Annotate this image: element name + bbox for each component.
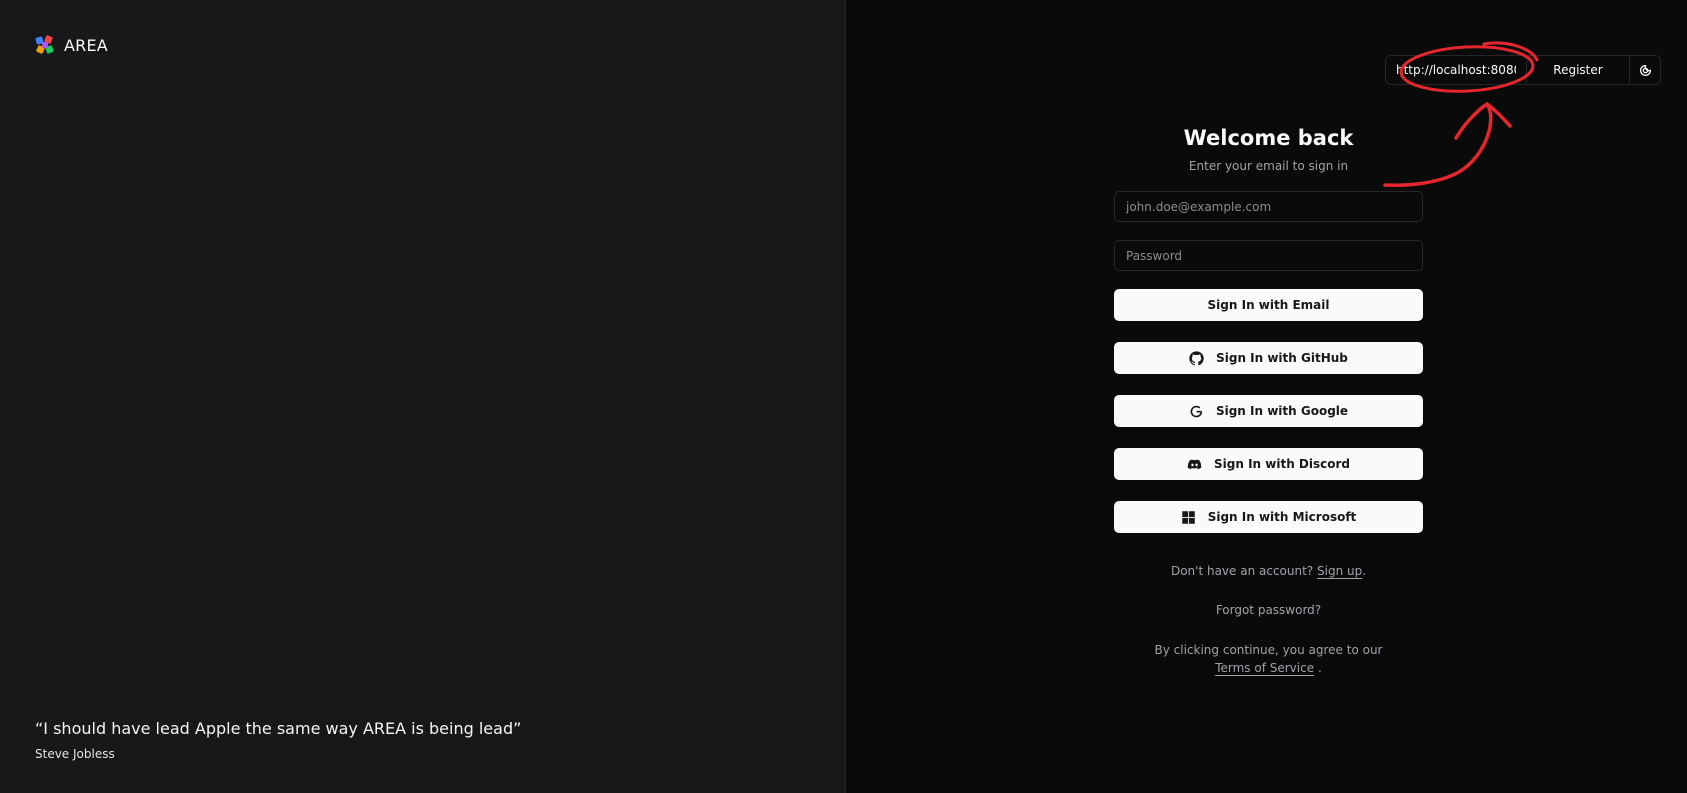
page-title: Welcome back	[1183, 126, 1354, 150]
sign-in-google-label: Sign In with Google	[1215, 404, 1349, 418]
brand-name: AREA	[64, 35, 108, 55]
sign-up-link[interactable]: Sign up	[1317, 564, 1362, 578]
sign-in-microsoft-button[interactable]: Sign In with Microsoft	[1114, 501, 1423, 533]
sign-in-github-button[interactable]: Sign In with GitHub	[1114, 342, 1423, 374]
discord-icon	[1187, 459, 1202, 469]
login-page: AREA “I should have lead Apple the same …	[0, 0, 1687, 793]
signup-prompt: Don't have an account? Sign up.	[1114, 564, 1423, 580]
terms-of-service-link[interactable]: Terms of Service	[1215, 661, 1314, 675]
testimonial: “I should have lead Apple the same way A…	[35, 719, 521, 761]
testimonial-quote: “I should have lead Apple the same way A…	[35, 719, 522, 738]
sign-in-github-label: Sign In with GitHub	[1216, 351, 1348, 365]
github-icon	[1189, 350, 1204, 365]
terms-suffix: .	[1317, 661, 1322, 675]
theme-toggle-icon	[1639, 64, 1651, 76]
top-controls: Register	[1385, 55, 1661, 85]
sign-in-google-button[interactable]: Sign In with Google	[1114, 395, 1423, 427]
page-subtitle: Enter your email to sign in	[1188, 159, 1349, 173]
sign-in-email-label: Sign In with Email	[1207, 298, 1330, 312]
register-button[interactable]: Register	[1526, 56, 1630, 84]
theme-toggle-button[interactable]	[1630, 56, 1660, 84]
area-logo-icon	[35, 35, 54, 54]
signup-suffix: .	[1362, 564, 1367, 578]
auth-footer: Don't have an account? Sign up. Forgot p…	[1114, 564, 1423, 677]
sign-in-discord-label: Sign In with Discord	[1214, 457, 1350, 471]
testimonial-author: Steve Jobless	[35, 747, 115, 761]
forgot-password-link[interactable]: Forgot password?	[1114, 603, 1423, 619]
no-account-text: Don't have an account?	[1170, 564, 1314, 578]
sign-in-email-button[interactable]: Sign In with Email	[1114, 289, 1423, 321]
google-icon	[1190, 405, 1203, 417]
terms-notice: By clicking continue, you agree to our T…	[1114, 641, 1423, 677]
password-field[interactable]	[1114, 240, 1423, 271]
sign-in-microsoft-label: Sign In with Microsoft	[1207, 510, 1357, 524]
brand-panel: AREA “I should have lead Apple the same …	[0, 0, 846, 793]
microsoft-icon	[1181, 510, 1195, 524]
email-field[interactable]	[1114, 191, 1423, 222]
brand[interactable]: AREA	[34, 34, 108, 56]
auth-panel: Register Welcome back Enter your email t…	[847, 0, 1687, 793]
server-url-input[interactable]	[1386, 56, 1526, 84]
sign-in-discord-button[interactable]: Sign In with Discord	[1114, 448, 1423, 480]
terms-prefix: By clicking continue, you agree to our	[1154, 643, 1383, 657]
sign-in-form: Welcome back Enter your email to sign in…	[1114, 126, 1423, 533]
